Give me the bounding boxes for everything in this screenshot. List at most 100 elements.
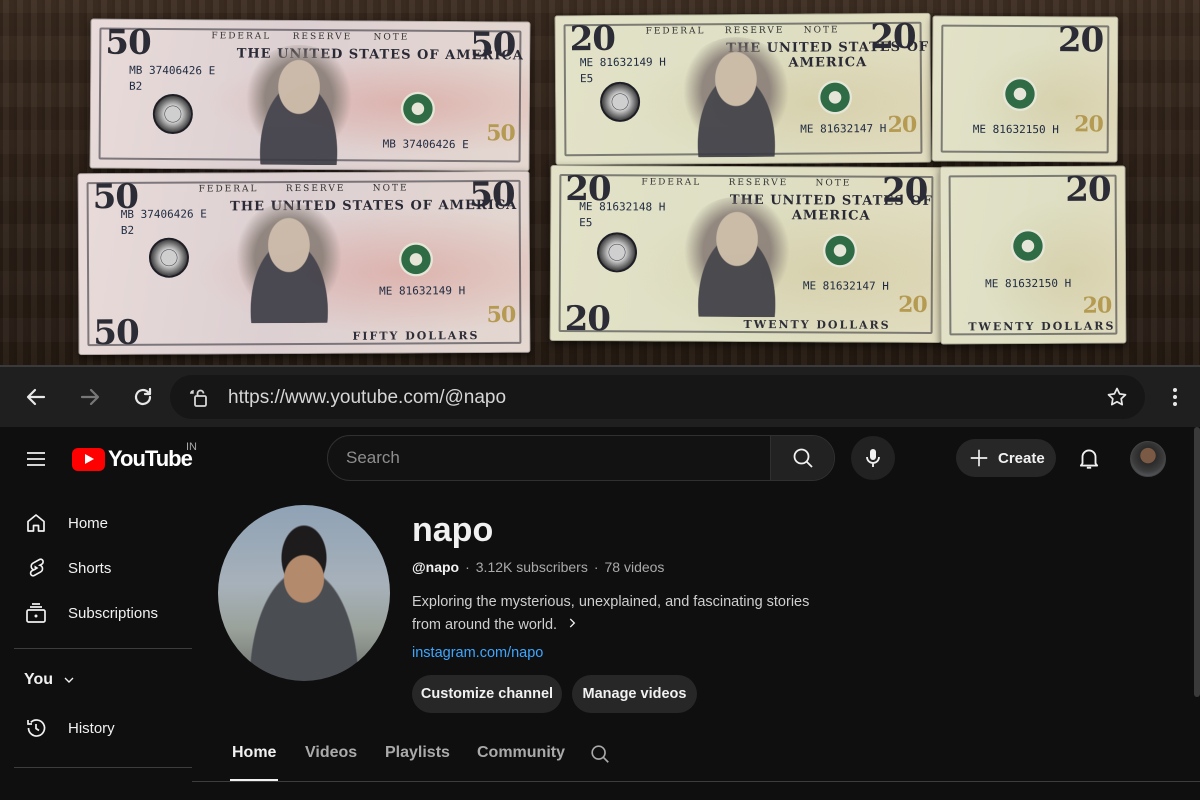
voice-search-button[interactable] bbox=[851, 436, 895, 480]
customize-channel-button[interactable]: Customize channel bbox=[412, 675, 562, 713]
sidebar-you-header[interactable]: You bbox=[24, 671, 77, 689]
sidebar-item-label: Home bbox=[68, 514, 109, 532]
hamburger-menu-icon bbox=[27, 452, 45, 466]
country-code: IN bbox=[186, 441, 197, 453]
account-avatar[interactable] bbox=[1130, 441, 1166, 477]
bill-reserve-text: RESERVE bbox=[728, 177, 789, 189]
shorts-icon bbox=[24, 556, 48, 580]
bill-plate: E5 bbox=[579, 72, 594, 86]
sidebar-item-history[interactable]: History bbox=[14, 708, 192, 748]
channel-handle: @napo bbox=[412, 559, 460, 575]
sidebar-item-shorts[interactable]: Shorts bbox=[14, 548, 192, 588]
subscriptions-icon bbox=[24, 601, 48, 625]
twenty-dollar-bill: 20 20 FEDERAL RESERVE NOTE THE UNITED ST… bbox=[549, 164, 943, 344]
bill-federal-text: FEDERAL bbox=[198, 184, 259, 195]
plus-icon bbox=[970, 449, 988, 467]
federal-reserve-seal bbox=[599, 81, 641, 122]
guide-menu-button[interactable] bbox=[20, 443, 52, 475]
bill-denomination: 20 bbox=[1074, 111, 1103, 138]
bill-portrait bbox=[238, 44, 360, 166]
bookmark-star-icon[interactable] bbox=[1105, 385, 1129, 409]
bill-portrait bbox=[228, 202, 350, 324]
microphone-icon bbox=[866, 449, 880, 467]
channel-external-link[interactable]: instagram.com/napo bbox=[412, 645, 543, 661]
chevron-right-icon[interactable] bbox=[565, 614, 579, 637]
bill-federal-text: FEDERAL bbox=[645, 26, 706, 37]
banknotes-photo: 50 50 FEDERAL RESERVE NOTE THE UNITED ST… bbox=[0, 0, 1200, 365]
manage-videos-button[interactable]: Manage videos bbox=[572, 675, 697, 713]
channel-description[interactable]: Exploring the mysterious, unexplained, a… bbox=[412, 591, 842, 637]
twenty-dollar-bill: 20 ME 81632150 H 20 TWENTY DOLLARS bbox=[939, 165, 1127, 345]
bill-denomination: 50 bbox=[93, 312, 139, 354]
bill-header: FEDERAL RESERVE NOTE bbox=[641, 177, 851, 188]
federal-reserve-seal bbox=[148, 237, 190, 278]
bill-denomination: 20 bbox=[1065, 169, 1111, 210]
fifty-dollar-bill: 50 50 FEDERAL RESERVE NOTE THE UNITED ST… bbox=[89, 18, 531, 172]
sidebar-item-subscriptions[interactable]: Subscriptions bbox=[14, 593, 192, 633]
url-text[interactable]: https://www.youtube.com/@napo bbox=[228, 387, 506, 409]
channel-avatar[interactable] bbox=[218, 505, 390, 681]
page-scrollbar[interactable] bbox=[1194, 427, 1200, 697]
back-button[interactable] bbox=[21, 382, 51, 412]
sidebar-item-label: History bbox=[68, 719, 115, 737]
bill-federal-text: FEDERAL bbox=[211, 31, 272, 42]
create-button[interactable]: Create bbox=[956, 439, 1056, 477]
tabs-divider bbox=[192, 781, 1200, 782]
search-button[interactable] bbox=[770, 436, 834, 480]
bill-serial: ME 81632147 H bbox=[802, 279, 889, 293]
treasury-seal bbox=[400, 91, 436, 126]
tab-playlists[interactable]: Playlists bbox=[385, 744, 450, 762]
bill-serial: ME 81632150 H bbox=[972, 122, 1059, 137]
reload-button[interactable] bbox=[128, 382, 158, 412]
notifications-button[interactable] bbox=[1072, 441, 1106, 475]
youtube-wordmark: YouTube bbox=[108, 446, 193, 471]
bill-plate: B2 bbox=[129, 79, 143, 93]
reload-icon bbox=[134, 387, 152, 406]
tab-home[interactable]: Home bbox=[232, 744, 276, 762]
tab-videos[interactable]: Videos bbox=[305, 744, 357, 762]
bill-portrait bbox=[675, 36, 797, 158]
bill-denomination: 20 bbox=[887, 111, 917, 138]
back-arrow-icon bbox=[26, 388, 46, 406]
youtube-logo[interactable]: YouTube bbox=[72, 446, 193, 471]
treasury-seal bbox=[817, 80, 853, 115]
bill-note-text: NOTE bbox=[373, 32, 410, 43]
bill-header: FEDERAL RESERVE NOTE bbox=[646, 25, 840, 36]
bill-bottom-text: FIFTY DOLLARS bbox=[352, 329, 480, 343]
bill-bottom-text: TWENTY DOLLARS bbox=[968, 319, 1116, 334]
treasury-seal bbox=[1010, 228, 1046, 264]
chevron-down-icon bbox=[64, 677, 74, 683]
search-icon bbox=[591, 745, 609, 763]
bill-denomination: 20 bbox=[1082, 292, 1112, 319]
sidebar-item-label: Shorts bbox=[68, 559, 112, 577]
bill-serial: MB 37406426 E bbox=[129, 63, 216, 78]
site-info-icon[interactable] bbox=[188, 386, 212, 410]
bill-serial: ME 81632149 H bbox=[379, 284, 466, 298]
channel-meta: @napo · 3.12K subscribers · 78 videos bbox=[412, 559, 665, 575]
sidebar-divider bbox=[14, 648, 192, 649]
bill-note-text: NOTE bbox=[372, 183, 409, 194]
sidebar-item-home[interactable]: Home bbox=[14, 503, 192, 543]
browser-menu-button[interactable] bbox=[1160, 382, 1190, 412]
tab-community[interactable]: Community bbox=[477, 744, 565, 762]
you-label: You bbox=[24, 671, 54, 688]
bill-serial: MB 37406426 E bbox=[382, 137, 469, 152]
youtube-play-icon bbox=[72, 447, 105, 471]
bill-portrait bbox=[676, 196, 798, 318]
create-label: Create bbox=[998, 449, 1045, 467]
bill-plate: E5 bbox=[579, 216, 593, 230]
federal-reserve-seal bbox=[596, 232, 638, 273]
forward-arrow-icon bbox=[80, 388, 100, 406]
bill-serial: ME 81632149 H bbox=[579, 55, 666, 70]
bill-federal-text: FEDERAL bbox=[641, 177, 702, 188]
search-box bbox=[327, 435, 835, 481]
subscriber-count: 3.12K subscribers bbox=[475, 559, 588, 575]
search-icon bbox=[793, 448, 813, 468]
bill-serial: ME 81632147 H bbox=[800, 122, 887, 136]
search-input[interactable] bbox=[328, 436, 770, 480]
channel-search-button[interactable] bbox=[587, 741, 613, 767]
address-bar[interactable]: https://www.youtube.com/@napo bbox=[170, 375, 1145, 419]
history-icon bbox=[24, 716, 48, 740]
youtube-page: YouTube IN Create Home Shorts Subscripti… bbox=[0, 427, 1200, 800]
forward-button[interactable] bbox=[75, 382, 105, 412]
